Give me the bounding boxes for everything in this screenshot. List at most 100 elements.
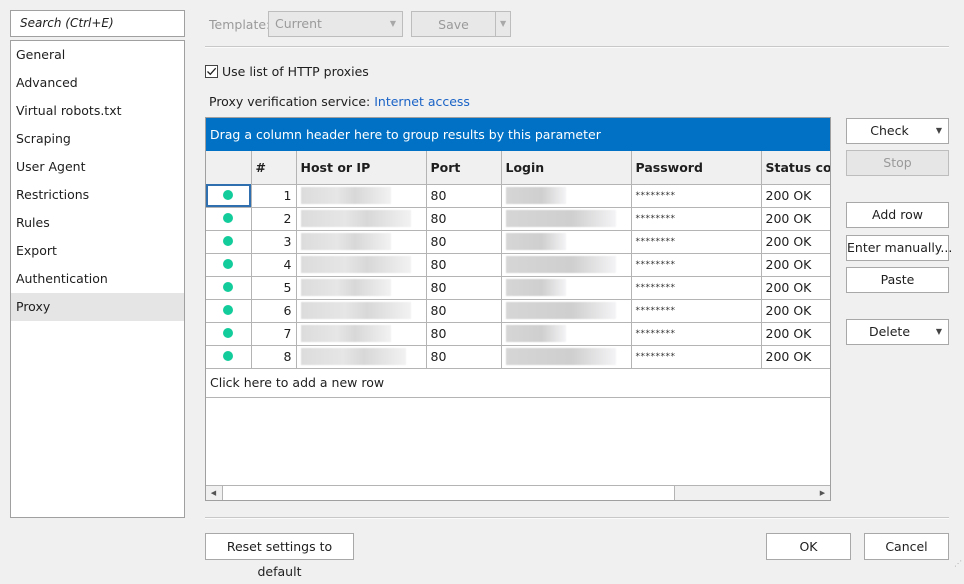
column-header-password[interactable]: Password: [630, 151, 762, 185]
sidebar-item-virtual-robots[interactable]: Virtual robots.txt: [11, 97, 184, 125]
port-cell[interactable]: 80: [425, 344, 502, 369]
sidebar-item-scraping[interactable]: Scraping: [11, 125, 184, 153]
password-cell[interactable]: ********: [630, 321, 762, 346]
status-code-cell: 200 OK: [760, 321, 830, 346]
row-status-indicator[interactable]: [206, 344, 252, 369]
host-cell[interactable]: [295, 252, 427, 277]
add-row-button[interactable]: Add row: [846, 202, 949, 228]
row-status-indicator[interactable]: [206, 321, 252, 346]
reset-settings-button[interactable]: Reset settings to default: [205, 533, 354, 579]
host-cell[interactable]: [295, 321, 427, 346]
port-cell[interactable]: 80: [425, 183, 502, 208]
column-header-number[interactable]: #: [250, 151, 297, 185]
row-status-indicator[interactable]: [206, 275, 252, 300]
host-cell[interactable]: [295, 229, 427, 254]
status-dot-icon: [223, 305, 234, 315]
check-button[interactable]: Check ▼: [846, 118, 949, 144]
use-proxy-list-option[interactable]: Use list of HTTP proxies: [205, 64, 369, 79]
use-proxy-checkbox[interactable]: [205, 65, 218, 78]
password-cell[interactable]: ********: [630, 344, 762, 369]
stop-button[interactable]: Stop: [846, 150, 949, 176]
verification-service-link[interactable]: Internet access: [374, 94, 470, 109]
port-cell[interactable]: 80: [425, 252, 502, 277]
scroll-left-icon[interactable]: ◀: [206, 486, 221, 500]
sidebar-item-restrictions[interactable]: Restrictions: [11, 181, 184, 209]
group-by-panel[interactable]: Drag a column header here to group resul…: [206, 118, 830, 151]
port-cell[interactable]: 80: [425, 206, 502, 231]
sidebar-item-general[interactable]: General: [11, 41, 184, 69]
column-header-host[interactable]: Host or IP: [295, 151, 427, 185]
login-cell[interactable]: [500, 298, 632, 323]
status-dot-icon: [223, 190, 234, 200]
host-cell[interactable]: [295, 275, 427, 300]
add-new-row[interactable]: Click here to add a new row: [206, 369, 830, 398]
scrollbar-thumb[interactable]: [222, 486, 675, 500]
cancel-button[interactable]: Cancel: [864, 533, 949, 560]
redacted-login: [505, 256, 616, 273]
host-cell[interactable]: [295, 344, 427, 369]
column-header-status[interactable]: Status code: [760, 151, 830, 185]
sidebar-item-proxy[interactable]: Proxy: [11, 293, 184, 321]
table-row[interactable]: 8 80 ******** 200 OK: [206, 344, 830, 369]
password-cell[interactable]: ********: [630, 298, 762, 323]
column-header-login[interactable]: Login: [500, 151, 632, 185]
save-template-button[interactable]: Save ▼: [411, 11, 511, 37]
paste-button[interactable]: Paste: [846, 267, 949, 293]
login-cell[interactable]: [500, 344, 632, 369]
sidebar-item-advanced[interactable]: Advanced: [11, 69, 184, 97]
host-cell[interactable]: [295, 206, 427, 231]
table-row[interactable]: 1 80 ******** 200 OK: [206, 183, 830, 208]
row-status-indicator[interactable]: [206, 183, 252, 208]
row-status-indicator[interactable]: [206, 206, 252, 231]
login-cell[interactable]: [500, 206, 632, 231]
row-status-indicator[interactable]: [206, 252, 252, 277]
redacted-host: [300, 325, 391, 342]
login-cell[interactable]: [500, 229, 632, 254]
verification-label: Proxy verification service:: [209, 94, 371, 109]
table-row[interactable]: 6 80 ******** 200 OK: [206, 298, 830, 323]
table-row[interactable]: 4 80 ******** 200 OK: [206, 252, 830, 277]
port-cell[interactable]: 80: [425, 229, 502, 254]
delete-button[interactable]: Delete ▼: [846, 319, 949, 345]
sidebar-item-user-agent[interactable]: User Agent: [11, 153, 184, 181]
enter-manually-button[interactable]: Enter manually...: [846, 235, 952, 261]
sidebar-item-authentication[interactable]: Authentication: [11, 265, 184, 293]
row-status-indicator[interactable]: [206, 298, 252, 323]
login-cell[interactable]: [500, 275, 632, 300]
login-cell[interactable]: [500, 183, 632, 208]
password-cell[interactable]: ********: [630, 252, 762, 277]
login-cell[interactable]: [500, 321, 632, 346]
password-cell[interactable]: ********: [630, 206, 762, 231]
password-cell[interactable]: ********: [630, 275, 762, 300]
table-row[interactable]: 7 80 ******** 200 OK: [206, 321, 830, 346]
column-header-indicator[interactable]: [206, 151, 252, 185]
sidebar-item-rules[interactable]: Rules: [11, 209, 184, 237]
template-select[interactable]: Current ▼: [268, 11, 403, 37]
chevron-down-icon: ▼: [500, 19, 507, 28]
port-cell[interactable]: 80: [425, 321, 502, 346]
scroll-right-icon[interactable]: ▶: [815, 486, 830, 500]
table-row[interactable]: 2 80 ******** 200 OK: [206, 206, 830, 231]
save-dropdown-toggle[interactable]: ▼: [495, 12, 511, 36]
port-cell[interactable]: 80: [425, 275, 502, 300]
delete-label: Delete: [868, 324, 911, 339]
row-number: 8: [250, 344, 297, 369]
password-cell[interactable]: ********: [630, 229, 762, 254]
host-cell[interactable]: [295, 298, 427, 323]
row-number: 5: [250, 275, 297, 300]
column-header-port[interactable]: Port: [425, 151, 502, 185]
horizontal-scrollbar[interactable]: ◀ ▶: [206, 485, 830, 500]
ok-button[interactable]: OK: [766, 533, 851, 560]
password-cell[interactable]: ********: [630, 183, 762, 208]
table-row[interactable]: 5 80 ******** 200 OK: [206, 275, 830, 300]
login-cell[interactable]: [500, 252, 632, 277]
row-status-indicator[interactable]: [206, 229, 252, 254]
search-input[interactable]: Search (Ctrl+E): [10, 10, 185, 37]
resize-grip-icon[interactable]: ⋰: [954, 559, 962, 568]
table-row[interactable]: 3 80 ******** 200 OK: [206, 229, 830, 254]
port-cell[interactable]: 80: [425, 298, 502, 323]
sidebar-item-export[interactable]: Export: [11, 237, 184, 265]
status-dot-icon: [223, 236, 234, 246]
use-proxy-label: Use list of HTTP proxies: [222, 64, 369, 79]
host-cell[interactable]: [295, 183, 427, 208]
